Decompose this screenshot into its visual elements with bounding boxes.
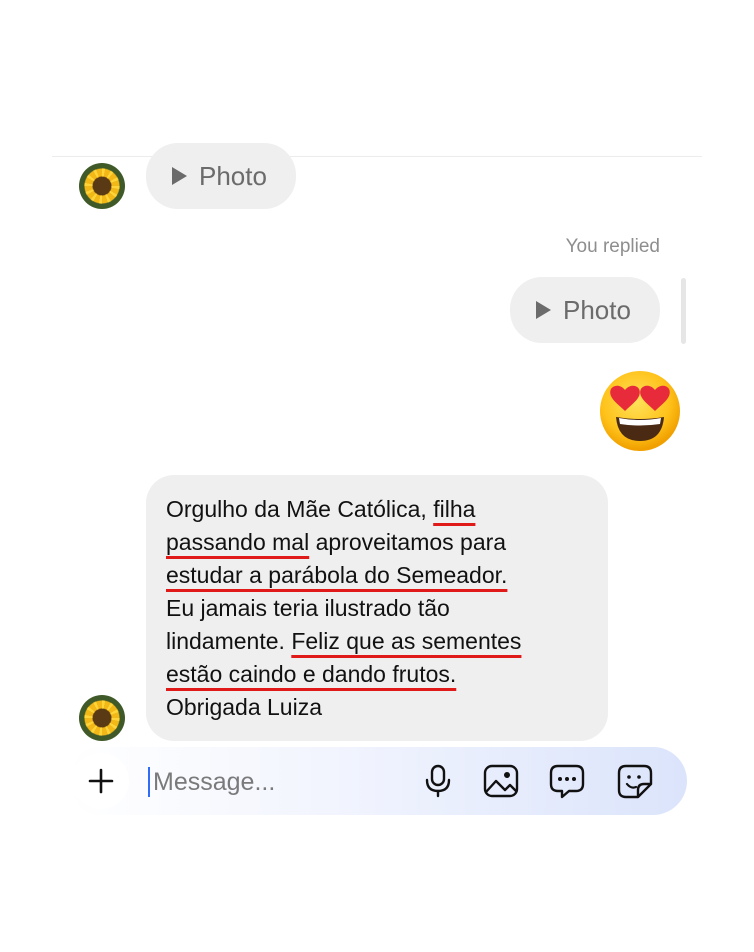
reply-quote-bar xyxy=(681,278,686,344)
top-divider xyxy=(52,156,702,157)
message-line: estão caindo e dando frutos. xyxy=(166,658,588,691)
message-line: Eu jamais teria ilustrado tão xyxy=(166,592,588,625)
message-text: lindamente. xyxy=(166,628,292,654)
reply-photo-label: Photo xyxy=(563,294,631,325)
sticker-icon[interactable] xyxy=(617,763,653,799)
incoming-text-message[interactable]: Orgulho da Mãe Católica, filha passando m… xyxy=(146,475,608,741)
microphone-icon[interactable] xyxy=(420,763,456,799)
message-composer xyxy=(67,747,687,815)
underlined-text: estão caindo e dando frutos. xyxy=(166,661,457,687)
message-line: passando mal aproveitamos para xyxy=(166,526,588,559)
text-caret xyxy=(148,767,150,797)
message-line: Obrigada Luiza xyxy=(166,691,588,724)
incoming-photo-message[interactable]: Photo xyxy=(146,143,296,209)
play-icon xyxy=(536,301,551,319)
reply-photo-message[interactable]: Photo xyxy=(510,277,660,343)
sender-avatar[interactable] xyxy=(79,695,125,741)
underlined-text: estudar a parábola do Semeador. xyxy=(166,562,508,588)
message-input[interactable] xyxy=(151,759,395,805)
underlined-text: passando mal xyxy=(166,529,310,555)
underlined-text: Feliz que as sementes xyxy=(291,628,522,654)
message-text: Obrigada Luiza xyxy=(166,694,322,720)
gallery-icon[interactable] xyxy=(483,763,519,799)
incoming-photo-label: Photo xyxy=(199,160,267,191)
heart-eyes-emoji-icon[interactable] xyxy=(598,369,682,453)
add-button[interactable] xyxy=(73,753,129,809)
message-line: Orgulho da Mãe Católica, filha xyxy=(166,493,588,526)
underlined-text: filha xyxy=(433,496,476,522)
message-text: Orgulho da Mãe Católica, xyxy=(166,496,434,522)
message-text: Eu jamais teria ilustrado tão xyxy=(166,595,450,621)
chat-bubble-icon[interactable] xyxy=(549,763,585,799)
plus-icon xyxy=(88,768,114,794)
message-line: estudar a parábola do Semeador. xyxy=(166,559,588,592)
message-text: aproveitamos para xyxy=(309,529,507,555)
replied-label: You replied xyxy=(565,236,660,257)
sender-avatar[interactable] xyxy=(79,163,125,209)
message-line: lindamente. Feliz que as sementes xyxy=(166,625,588,658)
play-icon xyxy=(172,167,187,185)
